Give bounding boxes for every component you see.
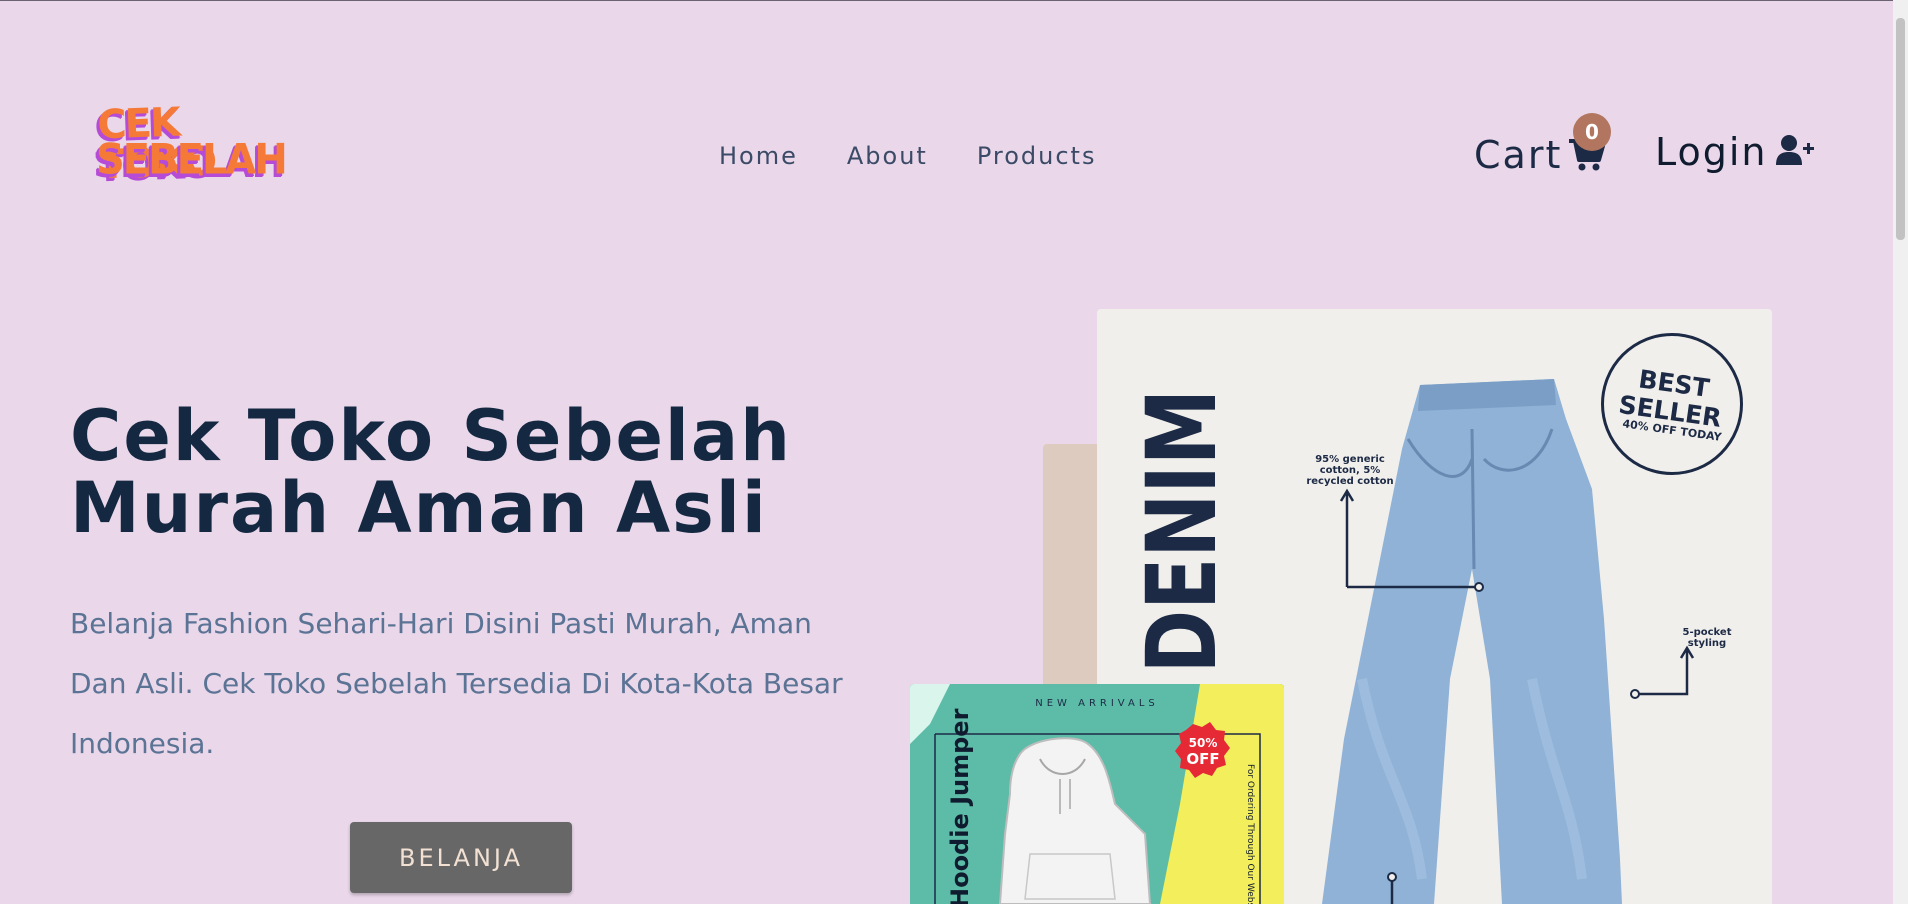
nav-about[interactable]: About — [847, 142, 928, 170]
hero-description: Belanja Fashion Sehari-Hari Disini Pasti… — [70, 607, 843, 760]
cart-label: Cart — [1474, 133, 1563, 177]
annotation-arrow-1 — [1339, 488, 1484, 592]
shop-button[interactable]: BELANJA — [350, 822, 572, 893]
user-plus-icon — [1775, 134, 1814, 170]
logo[interactable]: CEK TOKO SEBELAH — [92, 100, 294, 190]
top-border — [0, 0, 1908, 1]
jumper-discount-pct: 50% — [1189, 736, 1218, 750]
jumper-title: Hoodie Jumper — [946, 708, 974, 904]
nav-products[interactable]: Products — [977, 142, 1097, 170]
hero-title: Cek Toko Sebelah Murah Aman Asli — [70, 400, 870, 544]
annotation-arrow-3 — [1387, 872, 1397, 904]
hero-title-line-2: Murah Aman Asli — [70, 467, 768, 549]
hoodie-promo-image: NEW ARRIVALS Hoodie Jumper For Ordering … — [910, 684, 1284, 904]
login-label: Login — [1655, 130, 1768, 174]
jumper-header: NEW ARRIVALS — [1035, 698, 1159, 709]
annotation-cotton: 95% generic cotton, 5% recycled cotton — [1306, 454, 1394, 487]
jumper-discount-label: OFF — [1186, 750, 1219, 768]
hoodie-promo-graphic: NEW ARRIVALS Hoodie Jumper For Ordering … — [910, 684, 1284, 904]
annotation-arrow-2 — [1630, 645, 1695, 699]
jumper-side-text: For Ordering Through Our Website — [1245, 764, 1255, 904]
nav-home[interactable]: Home — [719, 142, 798, 170]
logo-line-2: SEBELAH — [96, 135, 288, 185]
hero-title-line-1: Cek Toko Sebelah — [70, 395, 792, 477]
scrollbar-thumb[interactable] — [1896, 18, 1905, 240]
best-seller-badge: BEST SELLER 40% OFF TODAY — [1601, 333, 1743, 475]
main-nav: Home About Products — [719, 142, 1096, 170]
cart-button[interactable]: Cart 0 — [1474, 113, 1611, 177]
login-button[interactable]: Login — [1655, 130, 1814, 174]
cart-count-badge: 0 — [1573, 113, 1611, 151]
